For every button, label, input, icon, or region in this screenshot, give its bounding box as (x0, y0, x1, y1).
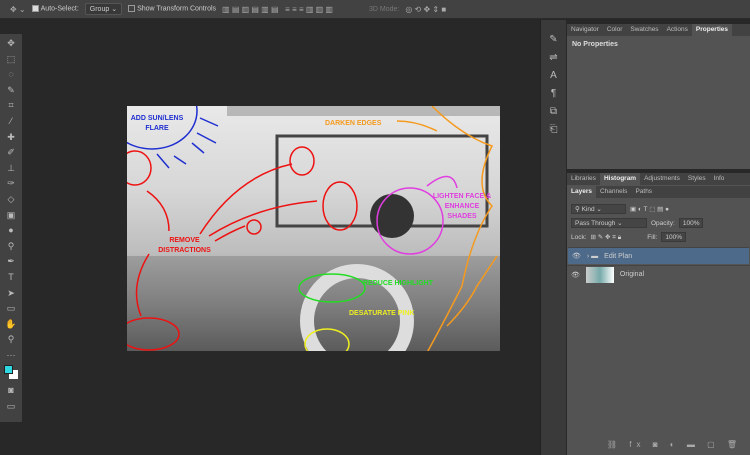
tab-channels[interactable]: Channels (596, 186, 631, 198)
eye-icon[interactable]: 👁︎ (571, 271, 580, 279)
more-tools-icon[interactable]: ··· (7, 349, 16, 361)
no-properties-text: No Properties (572, 41, 618, 48)
blur-tool-icon[interactable]: ● (8, 224, 13, 236)
annotation-drawing (127, 106, 500, 351)
stamp-tool-icon[interactable]: ⊥ (7, 162, 15, 174)
auto-select-checkbox[interactable]: Auto-Select: (31, 5, 79, 13)
annotation-sun-flare: ADD SUN/LENS FLARE (130, 115, 184, 132)
screen-mode-icon[interactable]: ▭ (7, 400, 16, 412)
shape-tool-icon[interactable]: ▭ (7, 302, 16, 314)
align-icons[interactable]: ▥ ▤ ▥ ▤ ▥ ▤ ≡ ≡ ≡ ▥ ▥ ▥ (222, 5, 333, 14)
eraser-tool-icon[interactable]: ◇ (8, 193, 15, 205)
tab-actions[interactable]: Actions (663, 24, 692, 36)
dodge-tool-icon[interactable]: ⚲ (8, 240, 15, 252)
tab-libraries[interactable]: Libraries (567, 173, 600, 185)
filter-icons[interactable]: ▣ ◐ T ⬚ ▤ ● (630, 205, 669, 213)
type-tool-icon[interactable]: T (8, 271, 14, 283)
history-brush-icon[interactable]: ✑ (7, 177, 15, 189)
auto-select-label: Auto-Select: (40, 5, 79, 13)
tab-properties[interactable]: Properties (691, 24, 733, 36)
move-tool-icon[interactable]: ✥ (7, 37, 15, 49)
tab-swatches[interactable]: Swatches (626, 24, 662, 36)
layer-original[interactable]: 👁︎ Original (567, 265, 750, 283)
opacity-input[interactable]: 100% (678, 218, 704, 228)
tab-styles[interactable]: Styles (684, 173, 710, 185)
clone-source-icon[interactable]: ⧉ (550, 106, 557, 117)
options-bar: ✥ ⌄ Auto-Select: Group ⌄ Show Transform … (0, 0, 750, 19)
tab-histogram[interactable]: Histogram (599, 173, 641, 185)
fill-input[interactable]: 100% (661, 232, 686, 242)
show-transform-checkbox[interactable]: Show Transform Controls (128, 5, 217, 13)
character-icon[interactable]: A (550, 70, 557, 81)
show-transform-label: Show Transform Controls (137, 5, 217, 13)
layer-actions[interactable]: ⛓ fx ◙ ◐ ▬ ▢ 🗑︎ (607, 440, 742, 449)
paragraph-icon[interactable]: ¶ (551, 88, 556, 99)
auto-select-value: Group (89, 6, 110, 13)
marquee-tool-icon[interactable]: ⬚ (7, 53, 16, 65)
fill-label: Fill: (647, 233, 658, 241)
history-icon[interactable]: ⎗ (550, 124, 558, 135)
tab-layers[interactable]: Layers (567, 186, 596, 198)
tools-panel: ✥ ⬚ ◌ ✎ ⌗ ⁄ ✚ ✐ ⊥ ✑ ◇ ▣ ● ⚲ ✒ T ➤ ▭ ✋ ⚲ ··· ◙ ▭ (0, 34, 22, 422)
filter-kind-value: Kind (581, 206, 595, 213)
properties-panel: Navigator Color Swatches Actions Propert… (567, 24, 750, 169)
folder-icon: › ▬ (586, 252, 599, 260)
hand-tool-icon[interactable]: ✋ (5, 318, 16, 330)
tab-adjustments[interactable]: Adjustments (640, 173, 684, 185)
foreground-color[interactable] (4, 365, 13, 375)
layer-thumbnail (585, 266, 614, 283)
quick-mask-icon[interactable]: ◙ (8, 384, 13, 396)
3d-mode-label: 3D Mode: (368, 5, 400, 13)
path-select-icon[interactable]: ➤ (7, 287, 15, 299)
blend-mode-dropdown[interactable]: Pass Through ⌄ (571, 218, 647, 228)
annotation-darken-edges: DARKEN EDGES (325, 120, 382, 127)
3d-tools-icons[interactable]: ◎ ⟲ ✥ ⇕ ■ (405, 5, 446, 14)
auto-select-dropdown[interactable]: Group ⌄ (84, 3, 123, 15)
annotation-reduce-highlight: REDUCE HIGHLIGHT (363, 280, 433, 287)
crop-tool-icon[interactable]: ⌗ (8, 99, 13, 111)
lock-label: Lock: (571, 233, 587, 241)
annotation-remove-distractions: REMOVE DISTRACTIONS (158, 237, 211, 254)
layer-name: Edit Plan (604, 252, 633, 260)
tab-paths[interactable]: Paths (631, 186, 656, 198)
annotation-lighten-face: LIGHTEN FACE & ENHANCE SHADES (432, 193, 492, 220)
gradient-tool-icon[interactable]: ▣ (7, 209, 16, 221)
tab-navigator[interactable]: Navigator (567, 24, 603, 36)
filter-kind-dropdown[interactable]: ⚲ Kind ⌄ (571, 204, 626, 214)
panel-icon-strip: ✎ ⇌ A ¶ ⧉ ⎗ (540, 20, 566, 455)
opacity-label: Opacity: (651, 219, 675, 227)
brush-settings-icon[interactable]: ✎ (549, 34, 557, 45)
annotation-desaturate-pink: DESATURATE PINK (349, 310, 415, 317)
layers-panel: Libraries Histogram Adjustments Styles I… (567, 173, 750, 455)
blend-mode-value: Pass Through (575, 220, 616, 227)
lock-icons[interactable]: ⊞ ✎ ✥ ⌗ 🔒︎ (591, 233, 622, 242)
pen-tool-icon[interactable]: ✒ (7, 255, 15, 267)
brush-tool-icon[interactable]: ✐ (7, 146, 15, 158)
layer-name: Original (619, 271, 645, 278)
move-tool-icon[interactable]: ✥ ⌄ (10, 5, 26, 14)
zoom-tool-icon[interactable]: ⚲ (8, 333, 15, 345)
document-canvas[interactable]: ADD SUN/LENS FLARE DARKEN EDGES LIGHTEN … (127, 106, 500, 351)
healing-tool-icon[interactable]: ✚ (7, 131, 15, 143)
quick-select-tool-icon[interactable]: ✎ (7, 84, 15, 96)
color-swatches[interactable] (3, 364, 19, 380)
layer-edit-plan[interactable]: 👁︎ › ▬ Edit Plan (567, 247, 750, 265)
tab-color[interactable]: Color (603, 24, 627, 36)
lasso-tool-icon[interactable]: ◌ (8, 68, 13, 80)
tab-info[interactable]: Info (710, 173, 729, 185)
eye-icon[interactable]: 👁︎ (572, 252, 581, 260)
adjust-icon[interactable]: ⇌ (549, 52, 557, 63)
eyedropper-tool-icon[interactable]: ⁄ (10, 115, 12, 127)
